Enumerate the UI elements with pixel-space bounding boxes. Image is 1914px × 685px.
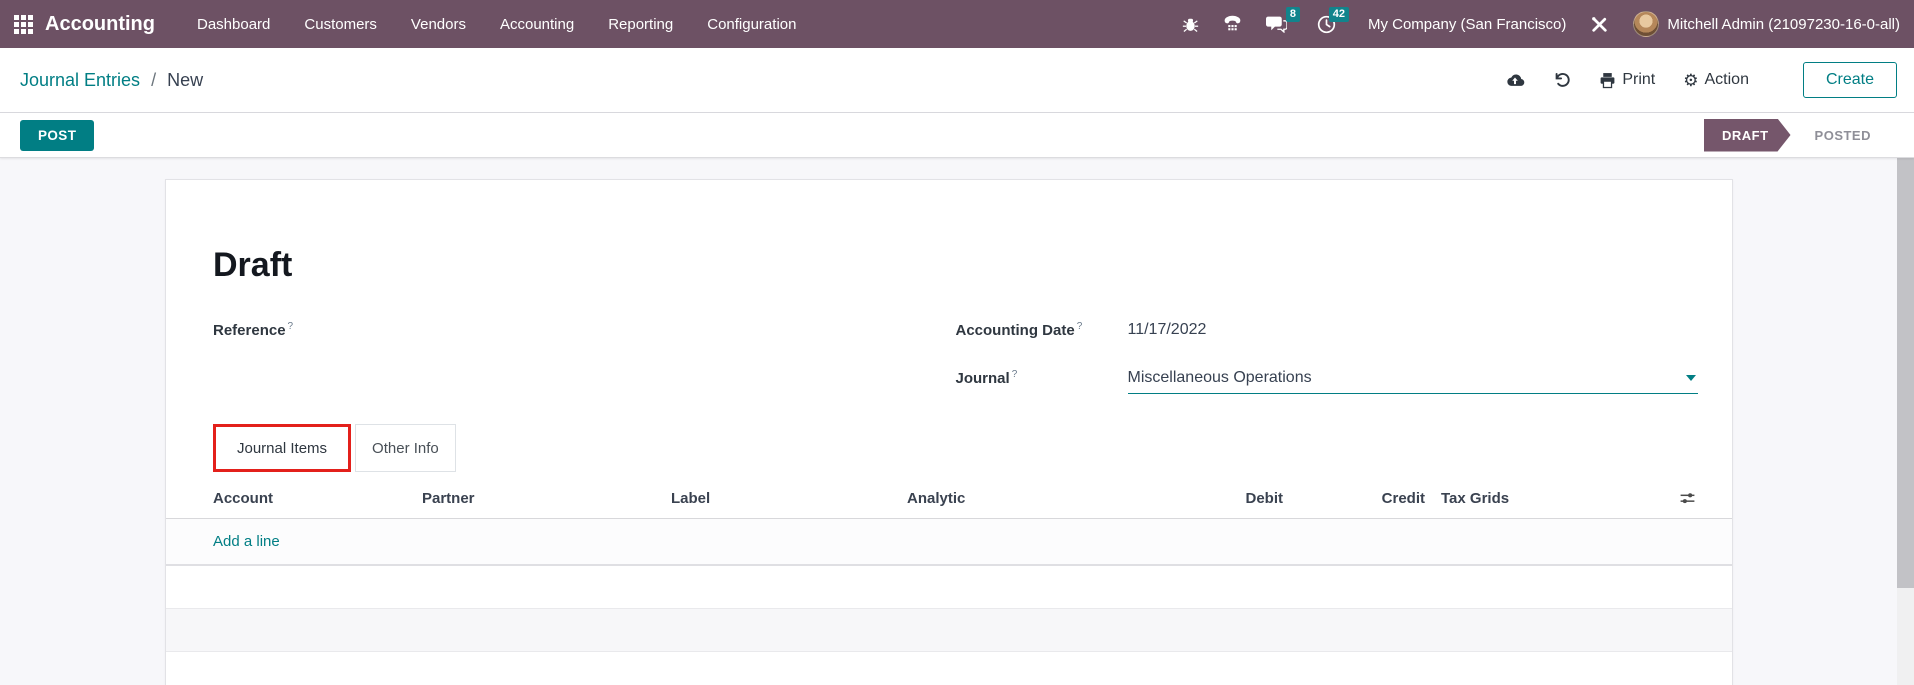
accounting-date-input[interactable]: 11/17/2022: [1128, 318, 1699, 339]
column-partner[interactable]: Partner: [422, 490, 671, 507]
chevron-down-icon[interactable]: [1686, 375, 1696, 381]
bug-icon[interactable]: [1182, 16, 1199, 33]
breadcrumb-separator: /: [151, 70, 156, 90]
breadcrumb-current: New: [167, 70, 203, 90]
help-icon: ?: [288, 321, 294, 332]
app-name[interactable]: Accounting: [45, 13, 155, 36]
top-menu: Dashboard Customers Vendors Accounting R…: [197, 16, 796, 33]
print-button[interactable]: Print: [1599, 71, 1655, 89]
messages-icon[interactable]: 8: [1266, 15, 1287, 33]
breadcrumb-journal-entries[interactable]: Journal Entries: [20, 70, 140, 90]
post-button[interactable]: POST: [20, 120, 94, 151]
empty-row: [166, 609, 1732, 652]
table-header: Account Partner Label Analytic Debit Cre…: [166, 478, 1732, 519]
action-button[interactable]: ⚙ Action: [1683, 71, 1749, 89]
tools-icon[interactable]: [1590, 15, 1609, 34]
undo-icon: [1553, 71, 1571, 89]
action-label: Action: [1705, 71, 1749, 89]
form-statusbar: POST DRAFT POSTED: [0, 113, 1914, 158]
messages-badge: 8: [1286, 7, 1300, 22]
field-accounting-date: Accounting Date? 11/17/2022: [956, 318, 1699, 356]
add-line-row: Add a line: [166, 519, 1732, 566]
breadcrumb: Journal Entries / New: [20, 70, 203, 91]
apps-grid-icon[interactable]: [14, 15, 33, 34]
company-switcher[interactable]: My Company (San Francisco): [1368, 16, 1566, 33]
journal-value: Miscellaneous Operations: [1128, 369, 1312, 387]
state-steps: DRAFT POSTED: [1704, 119, 1897, 152]
tab-journal-items[interactable]: Journal Items: [213, 424, 351, 472]
scrollbar-thumb[interactable]: [1897, 133, 1914, 588]
column-analytic[interactable]: Analytic: [907, 490, 1143, 507]
reference-label: Reference?: [213, 318, 385, 339]
column-account[interactable]: Account: [213, 490, 422, 507]
state-posted[interactable]: POSTED: [1815, 128, 1871, 143]
reference-input[interactable]: [385, 318, 956, 342]
form-view: Draft Reference? Accounting Date? 11/17/…: [0, 158, 1897, 685]
top-navbar: Accounting Dashboard Customers Vendors A…: [0, 0, 1914, 48]
activities-badge: 42: [1329, 7, 1349, 22]
column-options-icon[interactable]: [1679, 490, 1696, 507]
menu-customers[interactable]: Customers: [304, 16, 377, 33]
menu-vendors[interactable]: Vendors: [411, 16, 466, 33]
menu-reporting[interactable]: Reporting: [608, 16, 673, 33]
record-title: Draft: [213, 246, 1698, 285]
menu-accounting[interactable]: Accounting: [500, 16, 574, 33]
create-button[interactable]: Create: [1803, 62, 1897, 98]
field-group: Reference? Accounting Date? 11/17/2022 J…: [213, 318, 1698, 404]
journal-items-table: Account Partner Label Analytic Debit Cre…: [166, 478, 1732, 685]
accounting-date-label: Accounting Date?: [956, 318, 1128, 339]
user-name: Mitchell Admin (21097230-16-0-all): [1667, 16, 1900, 33]
add-a-line-link[interactable]: Add a line: [213, 533, 280, 550]
field-journal: Journal? Miscellaneous Operations: [956, 366, 1699, 404]
column-tax-grids[interactable]: Tax Grids: [1425, 490, 1555, 507]
activities-clock-icon[interactable]: 42: [1317, 15, 1336, 34]
phone-icon[interactable]: [1223, 15, 1242, 34]
journal-label: Journal?: [956, 366, 1128, 387]
print-label: Print: [1622, 71, 1655, 89]
empty-row: [166, 566, 1732, 609]
help-icon: ?: [1077, 321, 1083, 332]
journal-select[interactable]: Miscellaneous Operations: [1128, 366, 1699, 394]
state-draft[interactable]: DRAFT: [1704, 119, 1791, 152]
avatar[interactable]: [1633, 11, 1659, 37]
field-reference: Reference?: [213, 318, 956, 356]
notebook-tabs: Journal Items Other Info: [213, 424, 1698, 472]
help-icon: ?: [1012, 369, 1018, 380]
user-menu[interactable]: Mitchell Admin (21097230-16-0-all): [1633, 11, 1900, 37]
discard-undo-button[interactable]: [1553, 71, 1571, 89]
column-label[interactable]: Label: [671, 490, 907, 507]
menu-dashboard[interactable]: Dashboard: [197, 16, 270, 33]
form-sheet: Draft Reference? Accounting Date? 11/17/…: [165, 179, 1733, 685]
empty-row: [166, 652, 1732, 685]
column-debit[interactable]: Debit: [1143, 490, 1283, 507]
gear-icon: ⚙: [1683, 72, 1698, 89]
menu-configuration[interactable]: Configuration: [707, 16, 796, 33]
save-cloud-button[interactable]: [1505, 72, 1525, 88]
column-credit[interactable]: Credit: [1283, 490, 1425, 507]
printer-icon: [1599, 72, 1616, 89]
tab-other-info[interactable]: Other Info: [355, 424, 456, 472]
cloud-upload-icon: [1505, 72, 1525, 88]
control-panel: Journal Entries / New Print ⚙: [0, 48, 1914, 113]
vertical-scrollbar[interactable]: [1897, 113, 1914, 685]
